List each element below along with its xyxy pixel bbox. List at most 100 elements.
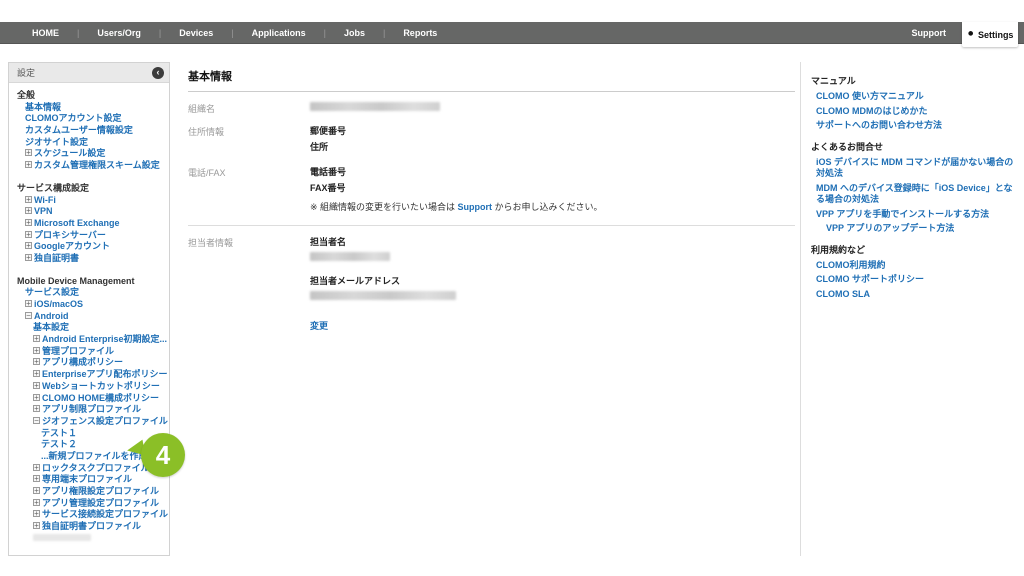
tree-link[interactable]: 基本情報 (25, 102, 61, 112)
tree-link[interactable]: ロックタスクプロファイル (42, 463, 150, 473)
tree-item[interactable]: +プロキシサーバー (9, 230, 169, 242)
collapse-icon[interactable]: − (25, 312, 32, 319)
expand-icon[interactable]: + (25, 242, 32, 249)
tree-link[interactable]: アプリ構成ポリシー (42, 357, 123, 367)
expand-icon[interactable]: + (25, 196, 32, 203)
expand-icon[interactable]: + (33, 464, 40, 471)
collapse-icon[interactable]: − (33, 417, 40, 424)
tree-link[interactable]: ジオサイト設定 (25, 137, 88, 147)
expand-icon[interactable]: + (33, 499, 40, 506)
tree-link[interactable]: サービス接続設定プロファイル (42, 509, 168, 519)
tree-link[interactable]: Android (34, 311, 69, 321)
tree-item[interactable]: +カスタム管理権限スキーム設定 (9, 160, 169, 172)
help-link[interactable]: CLOMO利用規約 (811, 260, 1015, 272)
tree-item[interactable]: +独自証明書プロファイル (9, 521, 169, 533)
tree-link[interactable]: Webショートカットポリシー (42, 381, 160, 391)
tree-item[interactable]: +管理プロファイル (9, 346, 169, 358)
tab-settings[interactable]: ⚫ Settings (962, 22, 1018, 47)
expand-icon[interactable]: + (33, 475, 40, 482)
help-link[interactable]: VPP アプリのアップデート方法 (811, 223, 1015, 235)
support-link[interactable]: Support (458, 202, 493, 212)
tree-link[interactable]: アプリ制限プロファイル (42, 404, 141, 414)
tree-item[interactable]: サービス設定 (9, 287, 169, 299)
tree-link[interactable]: Enterpriseアプリ配布ポリシー (42, 369, 168, 379)
tree-item[interactable]: +専用端末プロファイル (9, 474, 169, 486)
help-link[interactable]: iOS デバイスに MDM コマンドが届かない場合の対処法 (811, 157, 1015, 180)
tree-link[interactable]: CLOMOアカウント設定 (25, 113, 122, 123)
expand-icon[interactable]: + (25, 219, 32, 226)
tree-item[interactable]: +VPN (9, 206, 169, 218)
help-link[interactable]: MDM へのデバイス登録時に「iOS Device」となる場合の対処法 (811, 183, 1015, 206)
tree-item[interactable]: +アプリ制限プロファイル (9, 404, 169, 416)
tree-link[interactable]: ジオフェンス設定プロファイル (42, 416, 168, 426)
tree-item[interactable]: +iOS/macOS (9, 299, 169, 311)
tree-link[interactable]: プロキシサーバー (34, 230, 106, 240)
tree-link[interactable]: 専用端末プロファイル (42, 474, 132, 484)
expand-icon[interactable]: + (33, 487, 40, 494)
nav-item-home[interactable]: HOME (14, 28, 77, 38)
tree-link[interactable]: 独自証明書プロファイル (42, 521, 141, 531)
chevron-left-circle-icon[interactable]: ‹ (152, 67, 164, 79)
tree-item[interactable]: +アプリ管理設定プロファイル (9, 498, 169, 510)
tree-link[interactable]: アプリ管理設定プロファイル (42, 498, 159, 508)
help-link[interactable]: CLOMO 使い方マニュアル (811, 91, 1015, 103)
tree-link[interactable]: カスタムユーザー情報設定 (25, 125, 133, 135)
expand-icon[interactable]: + (25, 161, 32, 168)
tree-link[interactable]: アプリ権限設定プロファイル (42, 486, 159, 496)
tree-link[interactable]: Wi-Fi (34, 195, 56, 205)
expand-icon[interactable]: + (25, 207, 32, 214)
tree-link[interactable]: テスト２ (41, 439, 77, 449)
tree-link[interactable]: VPN (34, 206, 53, 216)
expand-icon[interactable]: + (25, 231, 32, 238)
nav-item-devices[interactable]: Devices (161, 28, 231, 38)
tree-link[interactable]: Android Enterprise初期設定... (42, 334, 167, 344)
tree-link[interactable]: 基本設定 (33, 322, 69, 332)
tree-item[interactable]: ジオサイト設定 (9, 137, 169, 149)
help-link[interactable]: VPP アプリを手動でインストールする方法 (811, 209, 1015, 221)
tree-item[interactable]: +アプリ権限設定プロファイル (9, 486, 169, 498)
tree-link[interactable]: Googleアカウント (34, 241, 110, 251)
expand-icon[interactable]: + (33, 382, 40, 389)
tree-item[interactable]: +独自証明書 (9, 253, 169, 265)
tree-item[interactable]: カスタムユーザー情報設定 (9, 125, 169, 137)
expand-icon[interactable]: + (33, 358, 40, 365)
expand-icon[interactable]: + (33, 522, 40, 529)
tree-item[interactable]: テスト１ (9, 428, 169, 440)
tree-link[interactable]: iOS/macOS (34, 299, 83, 309)
tree-item[interactable]: +Enterpriseアプリ配布ポリシー (9, 369, 169, 381)
nav-item-jobs[interactable]: Jobs (326, 28, 383, 38)
help-link[interactable]: CLOMO MDMのはじめかた (811, 106, 1015, 118)
tree-link[interactable]: CLOMO HOME構成ポリシー (42, 393, 159, 403)
expand-icon[interactable]: + (33, 347, 40, 354)
change-link[interactable]: 変更 (310, 319, 328, 332)
tree-item[interactable]: 基本情報 (9, 102, 169, 114)
tree-link[interactable]: サービス設定 (25, 287, 79, 297)
tree-item[interactable]: −Android (9, 311, 169, 323)
expand-icon[interactable]: + (33, 370, 40, 377)
tree-item[interactable]: CLOMOアカウント設定 (9, 113, 169, 125)
nav-item-users-org[interactable]: Users/Org (79, 28, 159, 38)
tree-link[interactable]: 独自証明書 (34, 253, 79, 263)
expand-icon[interactable]: + (33, 405, 40, 412)
expand-icon[interactable]: + (25, 300, 32, 307)
tree-link[interactable]: テスト１ (41, 428, 77, 438)
tree-item[interactable]: +Android Enterprise初期設定... (9, 334, 169, 346)
expand-icon[interactable]: + (33, 335, 40, 342)
tree-item[interactable]: +スケジュール設定 (9, 148, 169, 160)
help-link[interactable]: サポートへのお問い合わせ方法 (811, 120, 1015, 132)
nav-item-reports[interactable]: Reports (385, 28, 455, 38)
tree-item[interactable]: 基本設定 (9, 322, 169, 334)
tree-link[interactable]: Microsoft Exchange (34, 218, 120, 228)
tree-item[interactable]: −ジオフェンス設定プロファイル (9, 416, 169, 428)
tree-link[interactable]: 管理プロファイル (42, 346, 114, 356)
tree-item[interactable]: +アプリ構成ポリシー (9, 357, 169, 369)
tree-item[interactable]: +サービス接続設定プロファイル (9, 509, 169, 521)
tree-item[interactable]: +Webショートカットポリシー (9, 381, 169, 393)
help-link[interactable]: CLOMO SLA (811, 289, 1015, 301)
tree-item[interactable]: +Wi-Fi (9, 195, 169, 207)
tree-item[interactable]: +CLOMO HOME構成ポリシー (9, 393, 169, 405)
expand-icon[interactable]: + (25, 254, 32, 261)
nav-item-applications[interactable]: Applications (234, 28, 324, 38)
tree-link[interactable]: カスタム管理権限スキーム設定 (34, 160, 160, 170)
expand-icon[interactable]: + (33, 510, 40, 517)
